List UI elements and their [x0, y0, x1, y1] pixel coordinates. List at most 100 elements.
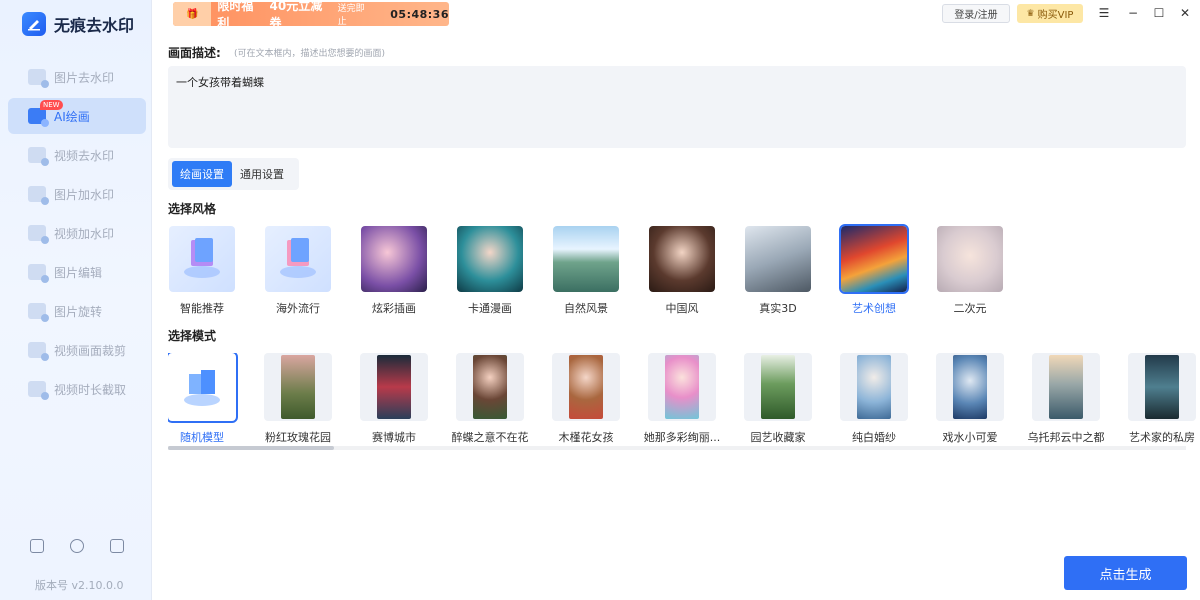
style-thumb	[457, 226, 523, 292]
sidebar-item-image-edit[interactable]: 图片编辑	[8, 254, 146, 290]
promo-banner[interactable]: 🎁 限时福利 40元立减券 送完即止 05:48:36	[173, 0, 449, 30]
model-photo	[473, 355, 507, 419]
logo-icon	[22, 12, 46, 36]
model-thumb	[360, 353, 428, 421]
model-card-hibiscus-girl[interactable]: 木槿花女孩	[538, 353, 634, 445]
minimize-icon[interactable]: −	[1126, 6, 1140, 20]
model-thumb	[648, 353, 716, 421]
window-icon[interactable]	[110, 539, 124, 553]
model-name: 她那多彩绚丽...	[643, 431, 721, 444]
model-scrollbar[interactable]	[168, 446, 1186, 450]
sidebar-item-label: 图片旋转	[54, 304, 103, 319]
image-icon	[28, 69, 49, 88]
model-card-wedding[interactable]: 纯白婚纱	[826, 353, 922, 445]
style-name: 二次元	[953, 302, 987, 315]
model-photo	[761, 355, 795, 419]
login-button[interactable]: 登录/注册	[942, 4, 1010, 23]
model-photo	[857, 355, 891, 419]
model-thumb	[456, 353, 524, 421]
generate-button[interactable]: 点击生成	[1064, 556, 1187, 590]
style-list: 智能推荐 海外流行 炫彩插画 卡通漫画 自然风景 中国风 真实3D 艺术创想 二…	[168, 224, 1200, 318]
style-thumb	[937, 226, 1003, 292]
description-hint: (可在文本框内，描述出您想要的画面)	[234, 49, 386, 59]
style-card-nature[interactable]: 自然风景	[552, 226, 620, 316]
model-name: 赛博城市	[372, 431, 416, 444]
style-thumb	[265, 226, 331, 292]
sidebar-item-label: 视频画面裁剪	[54, 343, 127, 358]
model-card-water-cute[interactable]: 戏水小可爱	[922, 353, 1018, 445]
sidebar-item-label: 视频时长截取	[54, 382, 127, 397]
model-thumb	[840, 353, 908, 421]
model-thumb	[264, 353, 332, 421]
model-photo	[1145, 355, 1179, 419]
sidebar-item-label: AI绘画	[54, 109, 90, 124]
buy-vip-button[interactable]: ♛ 购买VIP	[1017, 4, 1083, 23]
description-label: 画面描述:	[168, 46, 221, 60]
sidebar-item-label: 视频加水印	[54, 226, 115, 241]
sidebar-nav: 图片去水印 NEW AI绘画 视频去水印 图片加水印 视频加水印 图片编辑 图片…	[8, 59, 146, 410]
sidebar-item-label: 视频去水印	[54, 148, 115, 163]
style-name: 海外流行	[276, 302, 320, 315]
style-card-cartoon[interactable]: 卡通漫画	[456, 226, 524, 316]
model-photo	[569, 355, 603, 419]
model-list: 随机模型 粉红玫瑰花园 赛博城市 醉蝶之意不在花 木槿花女孩 她那多彩绚丽...…	[168, 353, 1200, 449]
style-card-smart[interactable]: 智能推荐	[168, 226, 236, 316]
model-name: 纯白婚纱	[852, 431, 896, 444]
sidebar-item-image-rotate[interactable]: 图片旋转	[8, 293, 146, 329]
style-thumb	[553, 226, 619, 292]
style-card-colorful-illustration[interactable]: 炫彩插画	[360, 226, 428, 316]
model-card-gardener[interactable]: 园艺收藏家	[730, 353, 826, 445]
phone-icon[interactable]	[30, 539, 44, 553]
crop-icon	[28, 342, 49, 361]
model-photo	[1049, 355, 1083, 419]
tab-drawing-settings[interactable]: 绘画设置	[172, 161, 232, 187]
sidebar-item-ai-painting[interactable]: NEW AI绘画	[8, 98, 146, 134]
app-logo: 无痕去水印	[22, 12, 134, 36]
style-card-chinese[interactable]: 中国风	[648, 226, 716, 316]
model-name: 粉红玫瑰花园	[265, 431, 331, 444]
vip-icon: ♛	[1026, 8, 1035, 19]
sidebar-item-video-trim[interactable]: 视频时长截取	[8, 371, 146, 407]
version-label: 版本号 v2.10.0.0	[35, 579, 124, 592]
trim-icon	[28, 381, 49, 400]
description-input[interactable]: 一个女孩带着蝴蝶	[168, 66, 1186, 148]
model-card-cyber-city[interactable]: 赛博城市	[346, 353, 442, 445]
style-card-artistic[interactable]: 艺术创想	[839, 224, 909, 316]
ai-paint-icon	[28, 108, 49, 127]
sidebar-item-video-crop[interactable]: 视频画面裁剪	[8, 332, 146, 368]
style-card-anime[interactable]: 二次元	[936, 226, 1004, 316]
model-thumb	[552, 353, 620, 421]
style-card-overseas[interactable]: 海外流行	[264, 226, 332, 316]
close-icon[interactable]: ✕	[1178, 6, 1192, 20]
sidebar: 无痕去水印 图片去水印 NEW AI绘画 视频去水印 图片加水印 视频加水印 图…	[0, 0, 152, 600]
video-icon	[28, 147, 49, 166]
app-name: 无痕去水印	[54, 16, 135, 35]
model-card-random[interactable]: 随机模型	[168, 353, 250, 445]
model-photo	[665, 355, 699, 419]
model-card-utopia[interactable]: 乌托邦云中之都	[1018, 353, 1114, 445]
model-name: 园艺收藏家	[750, 431, 806, 444]
sidebar-item-add-image-watermark[interactable]: 图片加水印	[8, 176, 146, 212]
model-card-colorful[interactable]: 她那多彩绚丽...	[634, 353, 730, 445]
model-card-rose-garden[interactable]: 粉红玫瑰花园	[250, 353, 346, 445]
menu-icon[interactable]: ☰	[1097, 6, 1111, 20]
promo-countdown: 05:48:36	[390, 7, 449, 21]
style-card-realistic-3d[interactable]: 真实3D	[744, 226, 812, 316]
new-badge: NEW	[40, 100, 63, 110]
maximize-icon[interactable]: ☐	[1152, 6, 1166, 20]
model-name: 随机模型	[180, 431, 224, 444]
model-card-butterfly[interactable]: 醉蝶之意不在花	[442, 353, 538, 445]
sidebar-item-add-video-watermark[interactable]: 视频加水印	[8, 215, 146, 251]
smile-icon[interactable]	[70, 539, 84, 553]
sidebar-item-remove-image-watermark[interactable]: 图片去水印	[8, 59, 146, 95]
vip-label: 购买VIP	[1037, 10, 1074, 21]
tab-general-settings[interactable]: 通用设置	[232, 161, 292, 187]
sidebar-item-remove-video-watermark[interactable]: 视频去水印	[8, 137, 146, 173]
video-add-icon	[28, 225, 49, 244]
style-section-title: 选择风格	[168, 202, 217, 216]
style-name: 艺术创想	[852, 302, 896, 315]
model-thumb	[1128, 353, 1196, 421]
model-scrollbar-thumb[interactable]	[168, 446, 334, 450]
model-card-artist-room[interactable]: 艺术家的私房	[1114, 353, 1200, 445]
model-photo	[377, 355, 411, 419]
